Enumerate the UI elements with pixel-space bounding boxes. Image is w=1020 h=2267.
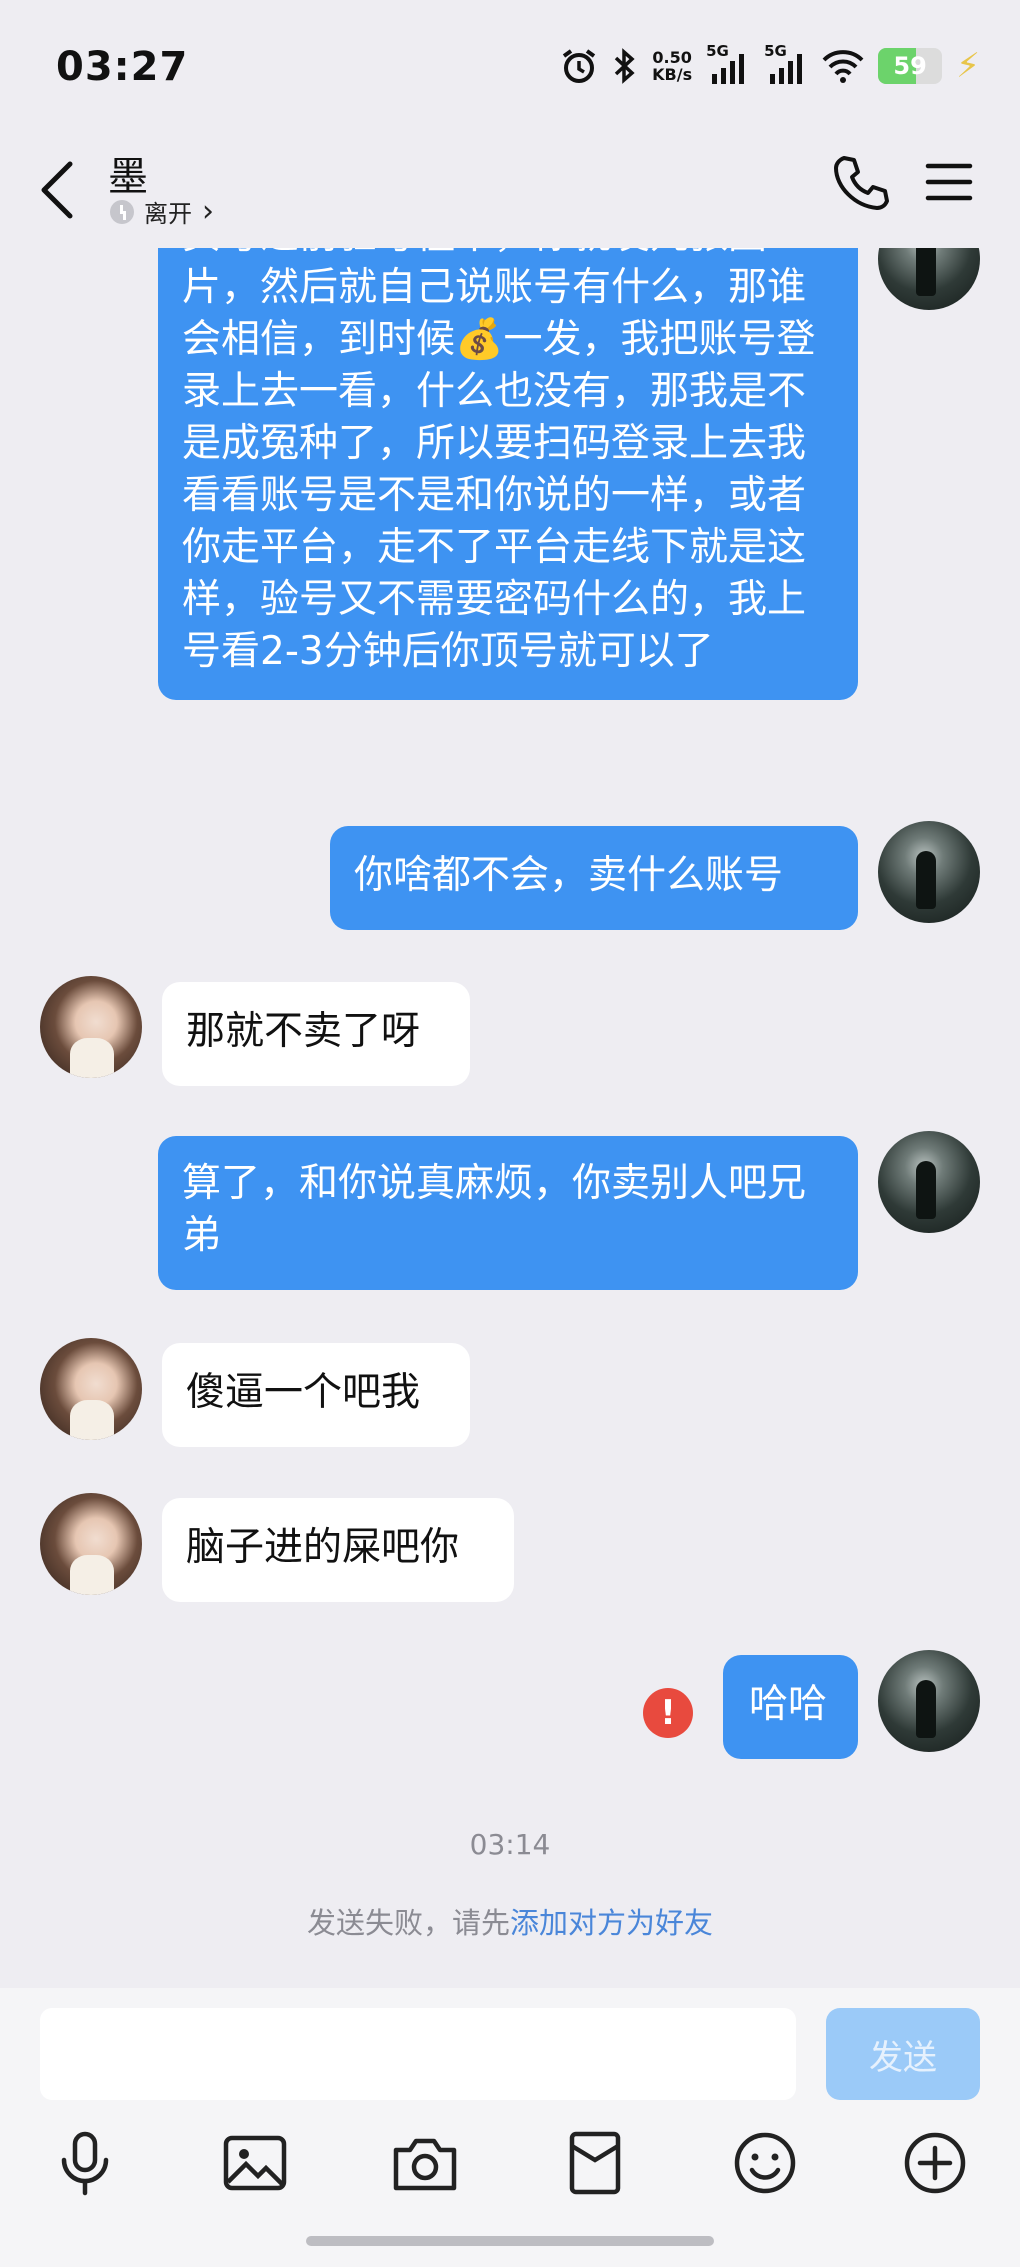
- system-note-text: 发送失败，请先: [306, 1906, 510, 1940]
- message-bubble-out[interactable]: 你啥都不会，卖什么账号: [330, 826, 858, 930]
- battery-level: 59: [893, 52, 927, 80]
- my-avatar[interactable]: [878, 1650, 980, 1752]
- presence-label: 离开: [144, 200, 192, 228]
- emoji-icon[interactable]: [730, 2128, 800, 2198]
- status-icons: 0.50 KB/s 5G 5G 59 ⚡: [560, 42, 980, 88]
- wifi-icon: [822, 48, 864, 84]
- message-bubble-in[interactable]: 那就不卖了呀: [162, 982, 470, 1086]
- image-icon[interactable]: [220, 2128, 290, 2198]
- alarm-icon: [560, 47, 598, 85]
- camera-icon[interactable]: [390, 2128, 460, 2198]
- my-avatar[interactable]: [878, 821, 980, 923]
- message-bubble-out[interactable]: 买号之前验号懂不，你就发几张图片，然后就自己说账号有什么，那谁会相信，到时候💰一…: [158, 248, 858, 700]
- status-bar: 03:27 0.50 KB/s 5G 5G 59 ⚡: [0, 0, 1020, 130]
- phone-icon: [834, 156, 889, 210]
- presence-status[interactable]: 离开 ›: [110, 194, 214, 229]
- message-bubble-out[interactable]: 算了，和你说真麻烦，你卖别人吧兄弟: [158, 1136, 858, 1290]
- menu-button[interactable]: [924, 154, 974, 210]
- home-indicator[interactable]: [306, 2236, 714, 2246]
- message-bubble-in[interactable]: 脑子进的屎吧你: [162, 1498, 514, 1602]
- call-button[interactable]: [830, 152, 890, 212]
- chat-area[interactable]: 买号之前验号懂不，你就发几张图片，然后就自己说账号有什么，那谁会相信，到时候💰一…: [0, 248, 1020, 1988]
- clock-icon: [110, 199, 134, 224]
- system-note: 发送失败，请先添加对方为好友: [0, 1900, 1020, 1942]
- bluetooth-icon: [612, 47, 638, 85]
- menu-icon: [925, 163, 973, 201]
- input-bar: 发送: [0, 1988, 1020, 2267]
- my-avatar[interactable]: [878, 1131, 980, 1233]
- back-icon: [41, 161, 73, 219]
- charging-icon: ⚡: [956, 46, 980, 86]
- send-button[interactable]: 发送: [826, 2008, 980, 2100]
- red-packet-icon[interactable]: [560, 2128, 630, 2198]
- signal-icon-2: 5G: [764, 42, 808, 86]
- battery-icon: 59: [878, 48, 943, 84]
- contact-avatar[interactable]: [40, 1338, 142, 1440]
- message-bubble-out[interactable]: 哈哈: [723, 1655, 858, 1759]
- plus-icon[interactable]: [900, 2128, 970, 2198]
- signal-icon: 5G: [706, 42, 750, 86]
- message-input[interactable]: [40, 2008, 796, 2100]
- add-friend-link[interactable]: 添加对方为好友: [510, 1906, 713, 1940]
- input-toolbar: [0, 2128, 1020, 2208]
- net-speed: 0.50 KB/s: [652, 48, 693, 84]
- chat-header: 墨 离开 ›: [0, 130, 1020, 248]
- chevron-right-icon: ›: [202, 193, 214, 229]
- contact-avatar[interactable]: [40, 1493, 142, 1595]
- timestamp: 03:14: [469, 1828, 551, 1861]
- message-bubble-in[interactable]: 傻逼一个吧我: [162, 1343, 470, 1447]
- contact-avatar[interactable]: [40, 976, 142, 1078]
- my-avatar[interactable]: [878, 248, 980, 310]
- back-button[interactable]: [30, 150, 86, 230]
- microphone-icon[interactable]: [50, 2128, 120, 2198]
- send-failed-icon[interactable]: !: [643, 1688, 693, 1738]
- status-time: 03:27: [56, 44, 189, 90]
